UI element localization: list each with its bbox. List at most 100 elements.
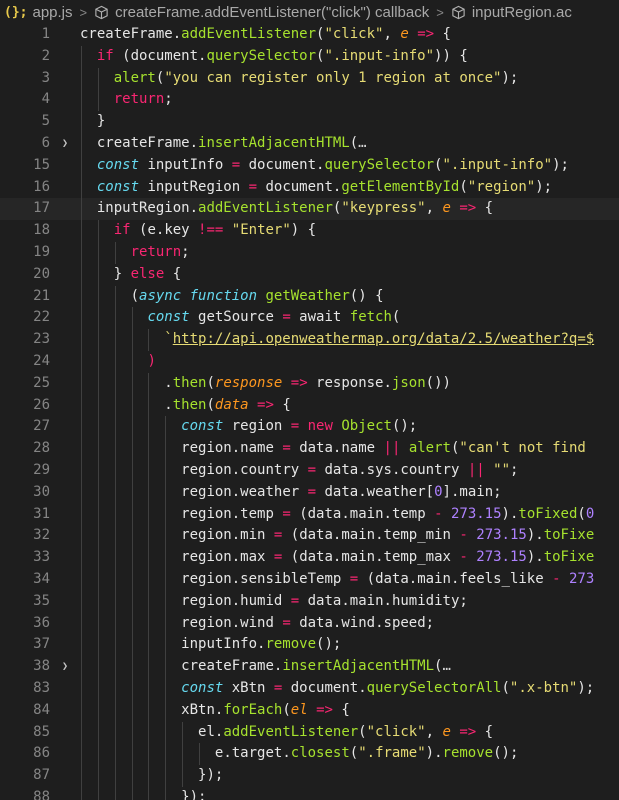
indent-guide: [114, 285, 116, 308]
code-token: document: [257, 178, 333, 195]
code-token: .: [231, 614, 241, 631]
breadcrumb-callback[interactable]: createFrame.addEventListener("click") ca…: [115, 4, 429, 21]
indent-guide: [148, 634, 150, 657]
code-line[interactable]: 35 region.humid = data.main.humidity;: [0, 590, 619, 613]
indent-guide: [97, 372, 99, 395]
code-line[interactable]: 1 createFrame.addEventListener("click", e…: [0, 24, 619, 46]
code-line[interactable]: 31 region.temp = (data.main.temp - 273.15…: [0, 503, 619, 526]
indent-guide: [131, 656, 133, 678]
code-editor[interactable]: 1 createFrame.addEventListener("click", e…: [0, 24, 619, 800]
code-line[interactable]: 86 e.target.closest(".frame").remove();: [0, 743, 619, 766]
code-line[interactable]: 21 (async function getWeather() {: [0, 285, 619, 308]
code-token: ): [147, 353, 156, 369]
code-text: createFrame.addEventListener("click", e …: [80, 24, 451, 46]
code-line[interactable]: 34 region.sensibleTemp = (data.main.feels…: [0, 569, 619, 591]
code-line[interactable]: 30 region.weather = data.weather[0].main;: [0, 481, 619, 504]
fold-chevron-icon[interactable]: ❯: [62, 133, 74, 155]
line-number: 26: [33, 396, 50, 413]
code-line[interactable]: 3 alert("you can register only 1 region a…: [0, 67, 619, 90]
code-line[interactable]: 5}: [0, 111, 619, 133]
code-line[interactable]: 37 inputInfo.remove();: [0, 634, 619, 657]
indent-guide: [81, 481, 82, 504]
code-token: ]: [442, 483, 451, 500]
indent-guide: [131, 634, 133, 657]
code-token: main: [459, 483, 494, 500]
indent-guide: [165, 765, 167, 787]
code-line[interactable]: 23 `http://api.openweathermap.org/data/2.…: [0, 329, 619, 351]
code-line[interactable]: 20} else {: [0, 263, 619, 286]
code-line[interactable]: 2 if (document.querySelector(".input-info…: [0, 45, 619, 68]
code-line[interactable]: 38 ❯ createFrame.insertAdjacentHTML(…: [0, 656, 619, 678]
line-number: 15: [33, 156, 50, 173]
code-text: const inputInfo = document.querySelector…: [97, 155, 569, 177]
code-token: });: [198, 767, 224, 784]
code-token: (: [290, 505, 308, 522]
code-token: () {: [349, 287, 384, 304]
indent-guide: [148, 787, 150, 800]
code-line[interactable]: 25 .then(response => response.json()): [0, 372, 619, 395]
code-line[interactable]: 6 ❯ createFrame.insertAdjacentHTML(…: [0, 133, 619, 155]
indent-guide: [148, 569, 150, 591]
code-token: http://api.openweathermap.org/data/2.5/w…: [172, 331, 595, 348]
code-token: .: [223, 745, 232, 762]
indent-guide: [131, 481, 133, 504]
code-token: const: [181, 680, 224, 696]
code-line[interactable]: 26 .then(data => {: [0, 394, 619, 417]
code-line[interactable]: 15 const inputInfo = document.querySelect…: [0, 154, 619, 177]
code-line[interactable]: 24): [0, 351, 619, 373]
indent-guide: [114, 481, 116, 504]
indent-guide: [114, 416, 116, 439]
code-token: );: [552, 156, 569, 173]
code-line[interactable]: 29 region.country = data.sys.country || "…: [0, 460, 619, 482]
code-line[interactable]: 17 inputRegion.addEventListener("keypress…: [0, 198, 619, 221]
indent-guide: [131, 612, 133, 635]
indent-guide: [81, 743, 82, 766]
code-token: .: [383, 592, 392, 609]
code-text: e.target.closest(".frame").remove();: [215, 743, 519, 765]
code-text: region.min = (data.main.temp_min - 273.1…: [181, 525, 594, 547]
code-line[interactable]: 36 region.wind = data.wind.speed;: [0, 612, 619, 635]
indent-guide: [81, 765, 82, 787]
code-line[interactable]: 18 if (e.key !== "Enter") {: [0, 220, 619, 242]
code-line[interactable]: 4 return;: [0, 89, 619, 112]
line-number: 85: [33, 723, 50, 740]
code-line[interactable]: 32 region.min = (data.main.temp_min - 273…: [0, 525, 619, 548]
code-line[interactable]: 33 region.max = (data.main.temp_max - 273…: [0, 547, 619, 569]
code-line[interactable]: 28 region.name = data.name || alert("can'…: [0, 438, 619, 460]
code-line[interactable]: 27 const region = new Object();: [0, 416, 619, 439]
code-line[interactable]: 84 xBtn.forEach(el => {: [0, 699, 619, 722]
breadcrumb-region[interactable]: inputRegion.ac: [472, 4, 572, 21]
code-line[interactable]: 85 el.addEventListener("click", e => {: [0, 721, 619, 744]
code-line[interactable]: 87});: [0, 765, 619, 787]
code-token: data: [290, 614, 333, 631]
breadcrumb-file[interactable]: app.js: [32, 4, 72, 21]
code-line[interactable]: 83 const xBtn = document.querySelectorAll…: [0, 678, 619, 700]
code-token: ;: [510, 462, 519, 478]
code-token: `: [164, 331, 173, 348]
code-token: then: [172, 396, 207, 413]
indent-guide: [131, 394, 133, 417]
indent-guide: [131, 438, 133, 460]
code-line[interactable]: 19 return;: [0, 242, 619, 264]
code-text: const xBtn = document.querySelectorAll("…: [181, 678, 594, 700]
code-token: (: [501, 680, 510, 696]
code-token: e: [442, 200, 451, 217]
code-line[interactable]: 22 const getSource = await fetch(: [0, 307, 619, 330]
code-token: data: [307, 505, 342, 522]
code-token: addEventListener: [198, 200, 333, 217]
code-token: const: [96, 156, 140, 173]
indent-guide: [131, 678, 133, 700]
code-line[interactable]: 16 const inputRegion = document.getElemen…: [0, 176, 619, 199]
code-token: .: [189, 200, 199, 217]
indent-guide: [148, 743, 150, 766]
fold-chevron-icon[interactable]: ❯: [62, 656, 74, 678]
code-token: -: [434, 505, 443, 522]
code-text: return;: [131, 242, 190, 264]
indent-guide: [97, 285, 99, 308]
code-line[interactable]: 88});: [0, 787, 619, 800]
indent-guide: [131, 765, 133, 787]
